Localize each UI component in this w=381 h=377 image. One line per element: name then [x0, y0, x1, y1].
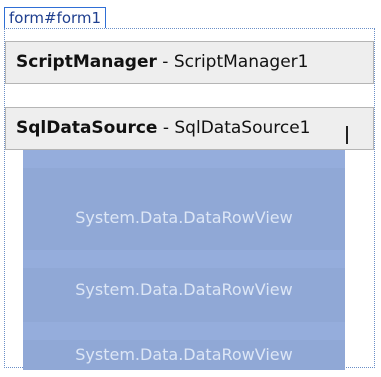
datalist-band: [23, 250, 345, 268]
control-separator: -: [156, 52, 174, 72]
control-id-label: SqlDataSource1: [174, 118, 311, 138]
datalist-control[interactable]: System.Data.DataRowView System.Data.Data…: [23, 150, 345, 370]
datalist-band: [23, 322, 345, 340]
form-tag-label[interactable]: form#form1: [4, 7, 107, 28]
control-separator: -: [157, 118, 175, 138]
datalist-item[interactable]: System.Data.DataRowView: [23, 280, 345, 299]
control-type-label: SqlDataSource: [16, 118, 158, 138]
datalist-band: [23, 150, 345, 168]
control-id-label: ScriptManager1: [173, 52, 309, 72]
sqldatasource-control[interactable]: SqlDataSource - SqlDataSource1: [5, 107, 374, 150]
control-type-label: ScriptManager: [16, 52, 157, 72]
text-cursor: [346, 126, 348, 144]
datalist-item[interactable]: System.Data.DataRowView: [23, 208, 345, 227]
form-design-surface: form#form1 ScriptManager - ScriptManager…: [0, 0, 381, 377]
datalist-item[interactable]: System.Data.DataRowView: [23, 345, 345, 364]
scriptmanager-control[interactable]: ScriptManager - ScriptManager1: [5, 41, 374, 84]
